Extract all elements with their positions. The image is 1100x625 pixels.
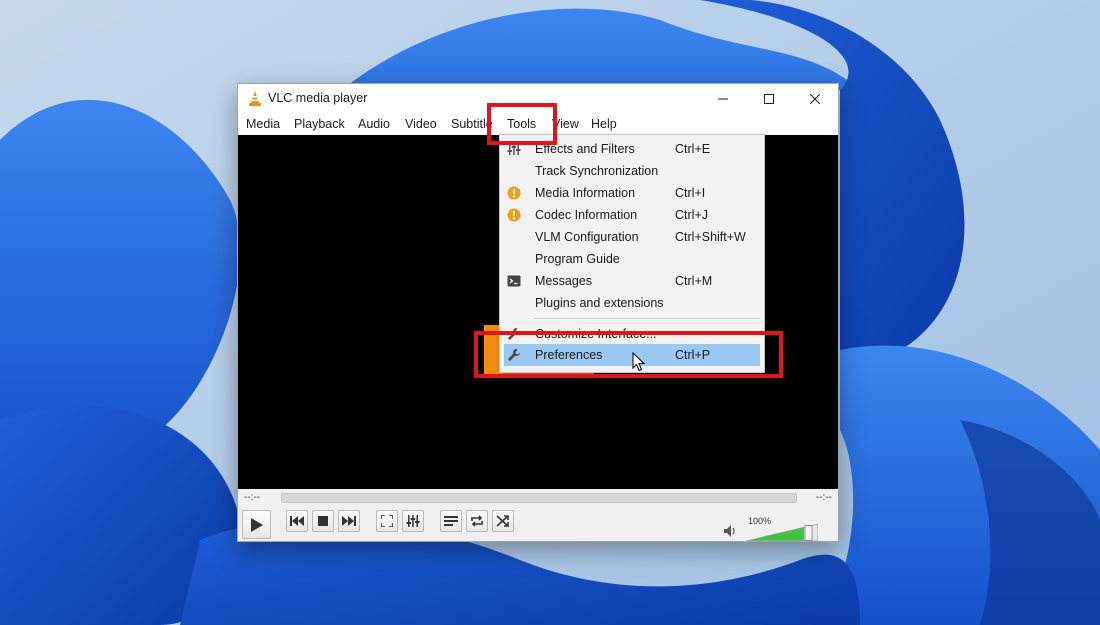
time-total: --:-- [815, 492, 832, 503]
extended-settings-button[interactable] [402, 510, 424, 532]
shuffle-button[interactable] [492, 510, 514, 532]
loop-icon [471, 515, 483, 527]
shuffle-icon [496, 515, 509, 527]
menu-item-shortcut: Ctrl+E [675, 142, 711, 156]
close-button[interactable] [792, 84, 838, 113]
info-icon [507, 186, 521, 200]
vlc-cone-icon [249, 91, 261, 106]
menu-item-media-information[interactable]: Media Information Ctrl+I [500, 182, 764, 204]
menu-item-label: Media Information [535, 186, 636, 200]
info-icon [507, 208, 521, 222]
menu-item-shortcut: Ctrl+I [675, 186, 706, 200]
menu-separator [534, 318, 760, 319]
menu-item-plugins-and-extensions[interactable]: Plugins and extensions [500, 292, 764, 314]
menu-help[interactable]: Help [591, 117, 617, 131]
seek-slider[interactable] [281, 493, 797, 503]
menu-item-label: Messages [535, 274, 592, 288]
close-icon [810, 93, 820, 104]
playlist-icon [444, 516, 458, 526]
menu-item-shortcut: Ctrl+M [675, 274, 713, 288]
fullscreen-icon [381, 515, 393, 527]
fullscreen-button[interactable] [376, 510, 398, 532]
menu-playback[interactable]: Playback [294, 117, 345, 131]
minimize-icon [718, 98, 728, 99]
menu-item-label: Plugins and extensions [535, 296, 664, 310]
menu-video[interactable]: Video [405, 117, 437, 131]
equalizer-icon [406, 515, 420, 527]
tools-highlight-box [487, 103, 557, 145]
play-icon [250, 517, 263, 532]
menu-item-label: VLM Configuration [535, 230, 639, 244]
menu-item-track-synchronization[interactable]: Track Synchronization [500, 160, 764, 182]
menu-item-label: Program Guide [535, 252, 620, 266]
menu-audio[interactable]: Audio [358, 117, 390, 131]
preferences-highlight-box [474, 331, 783, 378]
previous-button[interactable] [286, 510, 308, 532]
previous-icon [290, 516, 304, 526]
menu-item-program-guide[interactable]: Program Guide [500, 248, 764, 270]
speaker-icon[interactable] [724, 525, 738, 537]
play-button[interactable] [242, 510, 271, 539]
minimize-button[interactable] [700, 84, 746, 113]
menu-item-vlm-configuration[interactable]: VLM Configuration Ctrl+Shift+W [500, 226, 764, 248]
mouse-cursor-icon [632, 352, 646, 372]
time-elapsed: --:-- [244, 492, 261, 503]
window-title: VLC media player [268, 91, 368, 105]
menu-item-shortcut: Ctrl+J [675, 208, 708, 222]
volume-slider[interactable] [746, 524, 818, 542]
maximize-icon [764, 93, 774, 104]
playlist-button[interactable] [440, 510, 462, 532]
terminal-icon [507, 275, 521, 287]
loop-button[interactable] [466, 510, 488, 532]
menu-item-label: Track Synchronization [535, 164, 659, 178]
menu-item-shortcut: Ctrl+Shift+W [675, 230, 746, 244]
stop-button[interactable] [312, 510, 334, 532]
menu-media[interactable]: Media [246, 117, 280, 131]
next-button[interactable] [338, 510, 360, 532]
menu-item-codec-information[interactable]: Codec Information Ctrl+J [500, 204, 764, 226]
next-icon [342, 516, 356, 526]
seek-row: --:-- --:-- [238, 489, 838, 507]
menu-item-label: Codec Information [535, 208, 638, 222]
maximize-button[interactable] [746, 84, 792, 113]
menu-item-messages[interactable]: Messages Ctrl+M [500, 270, 764, 292]
stop-icon [318, 516, 328, 526]
control-bar: 100% [238, 507, 838, 542]
